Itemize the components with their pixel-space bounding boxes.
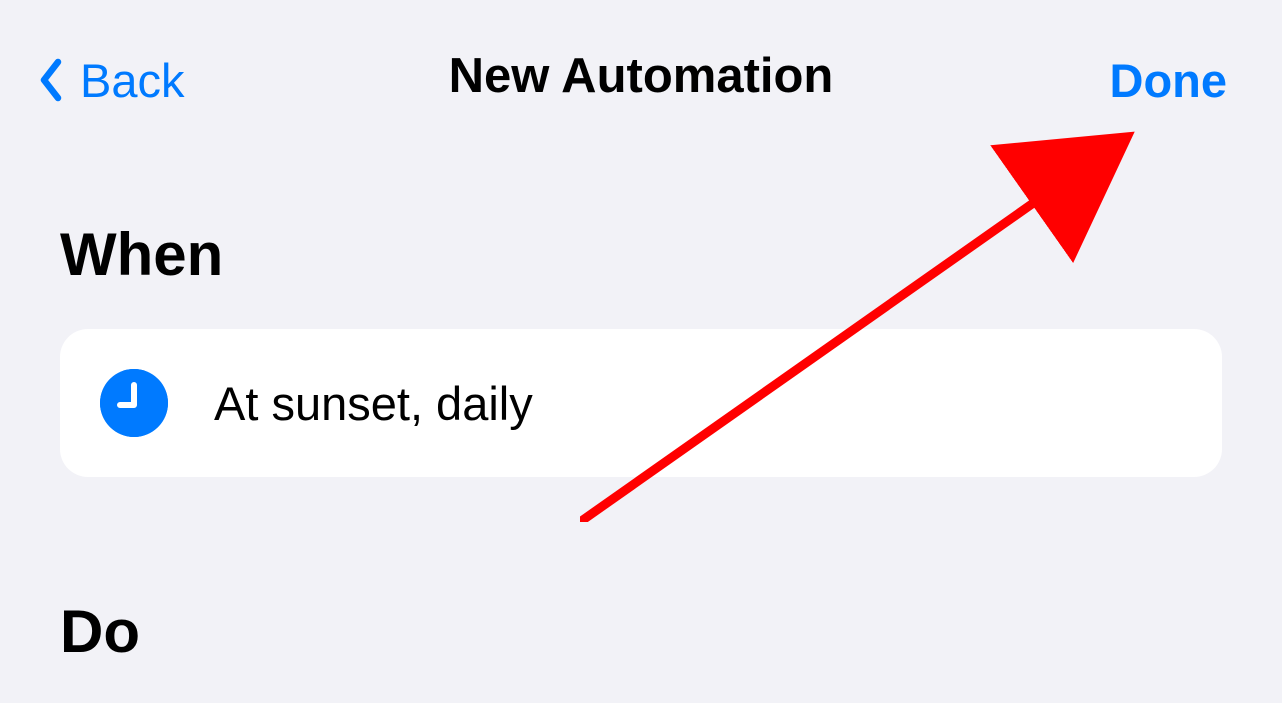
content: When At sunset, daily Do <box>0 120 1282 666</box>
do-heading: Do <box>60 597 1222 666</box>
back-button[interactable]: Back <box>38 53 185 108</box>
done-button[interactable]: Done <box>1110 53 1228 108</box>
nav-bar: Back New Automation Done <box>0 0 1282 120</box>
do-section: Do <box>60 597 1222 666</box>
back-label: Back <box>80 53 185 108</box>
page-title: New Automation <box>449 48 834 104</box>
when-heading: When <box>60 220 1222 289</box>
clock-icon <box>100 369 168 437</box>
chevron-left-icon <box>38 58 62 102</box>
when-trigger-text: At sunset, daily <box>214 376 533 431</box>
when-trigger-row[interactable]: At sunset, daily <box>60 329 1222 477</box>
